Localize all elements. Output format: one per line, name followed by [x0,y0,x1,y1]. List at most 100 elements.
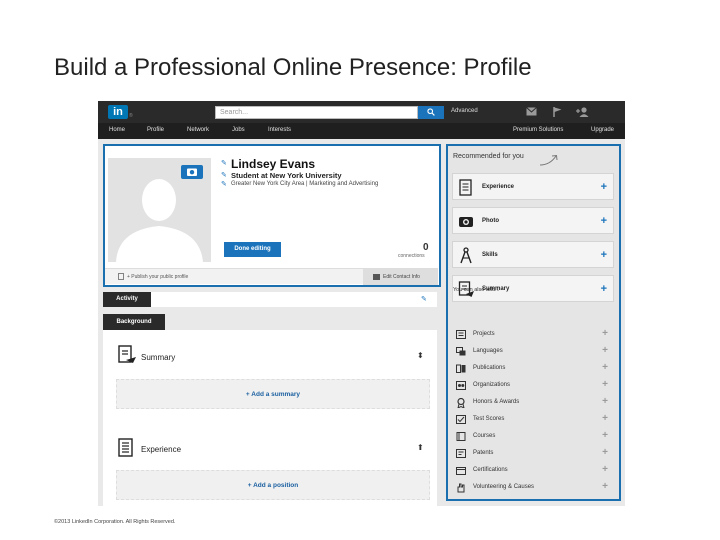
patents-icon [456,449,466,458]
summary-section-icon [118,345,136,363]
linkedin-screenshot: in ® Search... Advanced Home Profile Net… [98,101,625,506]
add-summary-link[interactable]: + Add a summary [117,391,429,398]
also-item-certifications[interactable]: Certifications + [452,463,614,478]
recommended-item-photo[interactable]: Photo + [452,207,614,234]
add-skills-plus-icon[interactable]: + [601,248,607,262]
add-summary-box[interactable]: + Add a summary [116,379,430,409]
public-profile-icon [118,273,124,280]
also-item-label: Organizations [473,382,511,388]
add-position-box[interactable]: + Add a position [116,470,430,500]
profile-card: ✎ ✎ ✎ Lindsey Evans Student at New York … [103,144,441,287]
edit-headline-pencil-icon[interactable]: ✎ [221,171,227,179]
add-volunteering-causes-plus-icon[interactable]: + [602,480,608,494]
volunteering-hand-icon [457,483,465,493]
activity-section: Activity ✎ [103,292,437,307]
add-certifications-plus-icon[interactable]: + [602,463,608,477]
recommended-item-label: Experience [482,184,515,190]
edit-name-pencil-icon[interactable]: ✎ [221,159,227,167]
done-editing-button[interactable]: Done editing [224,242,281,257]
recommended-item-label: Skills [482,252,498,258]
search-button[interactable] [418,106,444,119]
languages-icon [456,347,466,356]
also-item-publications[interactable]: Publications + [452,361,614,376]
reorder-summary-icon[interactable]: ⬍ [417,351,424,360]
also-item-volunteering-causes[interactable]: Volunteering & Causes + [452,480,614,495]
camera-icon [459,217,473,227]
connections-label: connections [398,253,425,259]
linkedin-logo[interactable]: in [108,105,128,119]
profile-location: Greater New York City Area | Marketing a… [231,181,379,187]
flag-icon[interactable] [553,107,562,117]
also-item-label: Volunteering & Causes [473,484,535,490]
background-tab[interactable]: Background [103,314,165,330]
also-item-projects[interactable]: Projects + [452,327,614,342]
add-projects-plus-icon[interactable]: + [602,327,608,341]
also-item-honors-awards[interactable]: Honors & Awards + [452,395,614,410]
nav-item-premium-solutions[interactable]: Premium Solutions [513,127,563,133]
edit-contact-info-label: Edit Contact Info [383,274,420,280]
also-item-label: Certifications [473,467,508,473]
nav-item-upgrade[interactable]: Upgrade [591,127,614,133]
main-nav: Home Profile Network Jobs Interests Prem… [98,123,625,139]
recommended-title: Recommended for you [453,153,524,160]
add-connection-icon[interactable] [576,107,590,117]
copyright-footer: ©2013 LinkedIn Corporation. All Rights R… [54,519,176,525]
nav-item-interests[interactable]: Interests [268,127,291,133]
you-can-also-add-title: You can also add... [453,287,500,293]
add-test-scores-plus-icon[interactable]: + [602,412,608,426]
publish-public-profile-link[interactable]: + Publish your public profile [127,274,188,280]
add-languages-plus-icon[interactable]: + [602,344,608,358]
nav-item-home[interactable]: Home [109,127,125,133]
experience-section-label: Experience [141,445,182,454]
courses-icon [456,432,466,441]
skills-icon [460,247,472,264]
also-item-label: Test Scores [473,416,505,422]
add-position-link[interactable]: + Add a position [117,482,429,489]
also-item-courses[interactable]: Courses + [452,429,614,444]
add-photo-plus-icon[interactable]: + [601,214,607,228]
add-summary-plus-icon[interactable]: + [601,282,607,296]
certifications-icon [456,467,466,475]
recommended-item-experience[interactable]: Experience + [452,173,614,200]
award-ribbon-icon [457,398,465,408]
contact-info-button[interactable]: Edit Contact Info [363,269,438,285]
reorder-experience-icon[interactable]: ⬆ [417,443,424,452]
also-item-label: Patents [473,450,494,456]
summary-section-label: Summary [141,353,176,362]
also-item-patents[interactable]: Patents + [452,446,614,461]
profile-name: Lindsey Evans [231,157,316,171]
add-patents-plus-icon[interactable]: + [602,446,608,460]
add-honors-awards-plus-icon[interactable]: + [602,395,608,409]
top-bar: in ® Search... Advanced [98,101,625,123]
edit-activity-pencil-icon[interactable]: ✎ [421,295,427,303]
add-courses-plus-icon[interactable]: + [602,429,608,443]
advanced-search-link[interactable]: Advanced [451,108,478,114]
change-photo-button[interactable] [181,165,203,179]
recommended-item-skills[interactable]: Skills + [452,241,614,268]
curved-arrow-icon [539,154,558,166]
profile-photo[interactable] [108,158,211,262]
add-organizations-plus-icon[interactable]: + [602,378,608,392]
profile-headline: Student at New York University [231,171,342,180]
edit-location-pencil-icon[interactable]: ✎ [221,180,227,188]
messages-icon[interactable] [526,107,537,116]
also-item-label: Honors & Awards [473,399,520,405]
nav-item-jobs[interactable]: Jobs [232,127,245,133]
background-panel: Summary ⬍ + Add a summary Experience ⬆ +… [103,330,437,506]
search-input[interactable]: Search... [215,106,418,119]
add-publications-plus-icon[interactable]: + [602,361,608,375]
search-icon [427,108,435,116]
publications-icon [456,364,466,373]
recommended-item-label: Photo [482,218,499,224]
test-scores-icon [456,415,466,424]
nav-item-network[interactable]: Network [187,127,209,133]
also-item-organizations[interactable]: Organizations + [452,378,614,393]
logo-trademark: ® [129,113,133,119]
add-experience-plus-icon[interactable]: + [601,180,607,194]
organizations-icon [456,381,466,390]
nav-item-profile[interactable]: Profile [147,127,164,133]
also-item-languages[interactable]: Languages + [452,344,614,359]
also-item-test-scores[interactable]: Test Scores + [452,412,614,427]
activity-tab[interactable]: Activity [103,292,151,307]
experience-icon [459,179,472,196]
